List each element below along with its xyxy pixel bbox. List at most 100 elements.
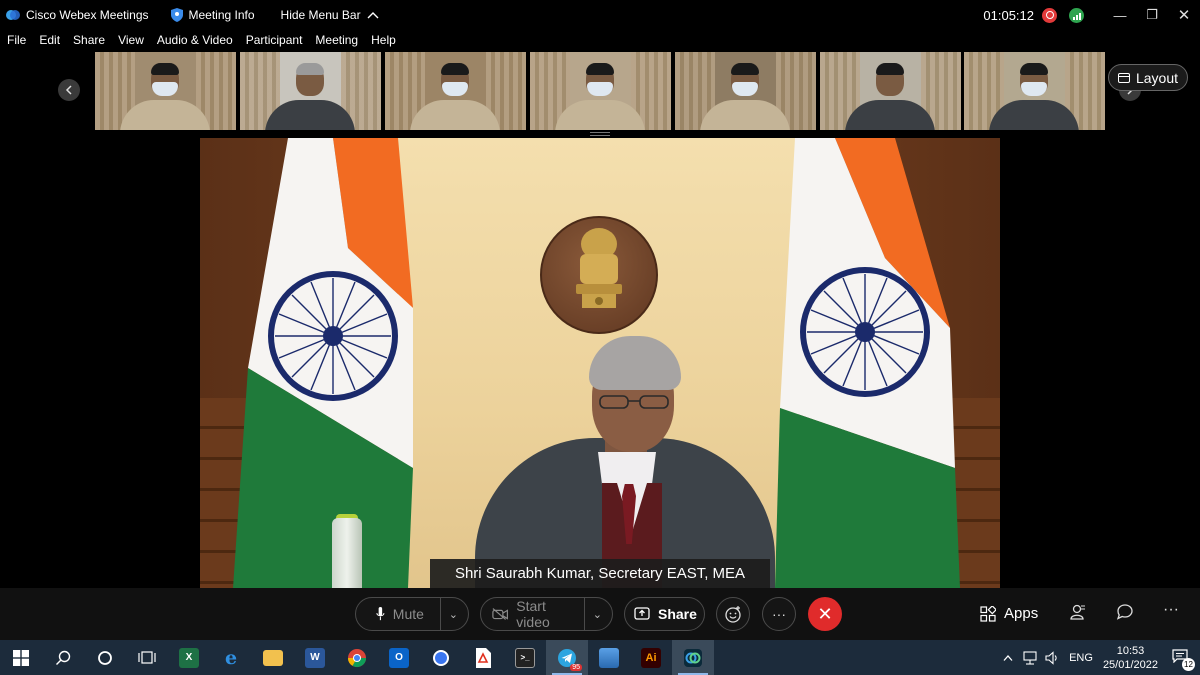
face-mask <box>442 82 468 96</box>
resize-grip[interactable] <box>590 132 610 136</box>
speaker-name: Shri Saurabh Kumar, Secretary EAST, MEA <box>454 565 746 582</box>
mute-label: Mute <box>392 606 424 622</box>
chat-icon[interactable] <box>1116 603 1134 621</box>
menu-audio-video[interactable]: Audio & Video <box>157 33 233 47</box>
menu-help[interactable]: Help <box>371 33 396 47</box>
start-video-button[interactable]: Start video ⌄ <box>480 597 613 631</box>
indian-flag-left <box>233 138 413 588</box>
share-button[interactable]: Share <box>624 597 705 631</box>
microphone-icon <box>376 606 385 621</box>
participants-icon[interactable] <box>1069 603 1087 621</box>
more-options-button[interactable]: ··· <box>762 597 796 631</box>
task-view-button[interactable] <box>126 640 168 675</box>
illustrator-icon: Ai <box>641 647 661 668</box>
share-screen-icon <box>634 607 650 620</box>
participant-thumbnail[interactable] <box>820 52 961 130</box>
chevron-down-icon[interactable]: ⌄ <box>449 608 458 621</box>
meeting-timer: 01:05:12 <box>983 7 1034 23</box>
meeting-info-button[interactable]: Meeting Info <box>170 8 255 22</box>
shield-icon <box>170 8 183 22</box>
terminal-icon: >_ <box>515 647 535 668</box>
hide-menu-bar-button[interactable]: Hide Menu Bar <box>281 8 379 22</box>
excel-icon: X <box>179 647 199 668</box>
water-bottle <box>332 518 362 588</box>
taskbar-word[interactable]: W <box>294 640 336 675</box>
face-mask <box>587 82 613 96</box>
word-icon: W <box>305 647 325 668</box>
leave-meeting-button[interactable]: ✕ <box>808 597 842 631</box>
menu-meeting[interactable]: Meeting <box>315 33 358 47</box>
participant-thumbnail[interactable] <box>964 52 1105 130</box>
participant-thumbnail[interactable] <box>530 52 671 130</box>
taskbar-illustrator[interactable]: Ai <box>630 640 672 675</box>
restore-button[interactable]: ❐ <box>1136 7 1168 23</box>
close-icon: ✕ <box>817 603 833 624</box>
share-label: Share <box>658 606 697 622</box>
search-icon <box>56 650 71 665</box>
lion-capital-icon <box>576 228 622 308</box>
menu-view[interactable]: View <box>118 33 144 47</box>
menu-edit[interactable]: Edit <box>39 33 60 47</box>
scroll-left-button[interactable] <box>58 79 80 101</box>
apps-button[interactable]: Apps <box>980 605 1038 622</box>
layout-label: Layout <box>1135 69 1179 86</box>
participant-hair <box>876 63 904 75</box>
menu-share[interactable]: Share <box>73 33 105 47</box>
start-video-label: Start video <box>516 598 550 630</box>
telegram-unread-badge: 95 <box>570 664 582 671</box>
folder-icon <box>263 649 283 666</box>
webex-icon <box>684 648 702 667</box>
menu-file[interactable]: File <box>7 33 26 47</box>
start-button[interactable] <box>0 640 42 675</box>
clock[interactable]: 10:53 25/01/2022 <box>1103 644 1158 672</box>
menu-participant[interactable]: Participant <box>246 33 303 47</box>
photos-icon <box>599 647 619 668</box>
taskbar-chrome[interactable] <box>336 640 378 675</box>
face-mask <box>732 82 758 96</box>
taskbar-edge[interactable]: e <box>210 640 252 675</box>
taskbar-terminal[interactable]: >_ <box>504 640 546 675</box>
recording-icon[interactable] <box>1042 7 1057 23</box>
divider <box>439 597 441 631</box>
participant-hair <box>441 63 469 75</box>
clock-date: 25/01/2022 <box>1102 658 1158 671</box>
input-language[interactable]: ENG <box>1069 652 1093 664</box>
search-button[interactable] <box>42 640 84 675</box>
task-view-icon <box>138 650 156 664</box>
taskbar-telegram[interactable]: 95 <box>546 640 588 675</box>
more-panels-icon[interactable]: ··· <box>1163 601 1179 619</box>
cortana-button[interactable] <box>84 640 126 675</box>
taskbar-signal[interactable] <box>420 640 462 675</box>
taskbar-excel[interactable]: X <box>168 640 210 675</box>
participant-thumbnail[interactable] <box>95 52 236 130</box>
participant-thumbnail[interactable] <box>675 52 816 130</box>
taskbar-photos[interactable] <box>588 640 630 675</box>
outlook-icon: O <box>389 647 409 668</box>
taskbar-file-explorer[interactable] <box>252 640 294 675</box>
title-bar-right: 01:05:12 — ❐ ✕ <box>983 0 1200 30</box>
emoji-icon <box>725 606 741 623</box>
action-center-button[interactable]: 12 <box>1172 649 1195 671</box>
reactions-button[interactable] <box>716 597 750 631</box>
chevron-down-icon[interactable]: ⌄ <box>593 608 602 621</box>
speaker-name-caption: Shri Saurabh Kumar, Secretary EAST, MEA <box>430 559 770 588</box>
meeting-controls: Mute ⌄ Start video ⌄ Share ··· ✕ Apps ··… <box>0 588 1200 640</box>
face-mask <box>152 82 178 96</box>
mute-button[interactable]: Mute ⌄ <box>355 597 469 631</box>
minimize-button[interactable]: — <box>1104 8 1136 23</box>
taskbar-outlook[interactable]: O <box>378 640 420 675</box>
participant-thumbnail[interactable] <box>385 52 526 130</box>
taskbar-webex[interactable] <box>672 640 714 675</box>
show-hidden-icons-chevron-up-icon[interactable] <box>1003 654 1013 662</box>
participant-thumbnail[interactable] <box>240 52 381 130</box>
taskbar-acrobat[interactable] <box>462 640 504 675</box>
close-window-button[interactable]: ✕ <box>1168 6 1200 24</box>
title-bar: Cisco Webex Meetings Meeting Info Hide M… <box>0 0 1200 30</box>
indian-flag-right <box>775 138 960 588</box>
more-icon: ··· <box>772 606 786 622</box>
layout-button[interactable]: Layout <box>1108 64 1188 91</box>
network-icon[interactable] <box>1023 650 1039 665</box>
volume-icon[interactable] <box>1045 650 1059 665</box>
apps-grid-icon <box>980 605 996 622</box>
connection-signal-icon[interactable] <box>1069 7 1084 23</box>
